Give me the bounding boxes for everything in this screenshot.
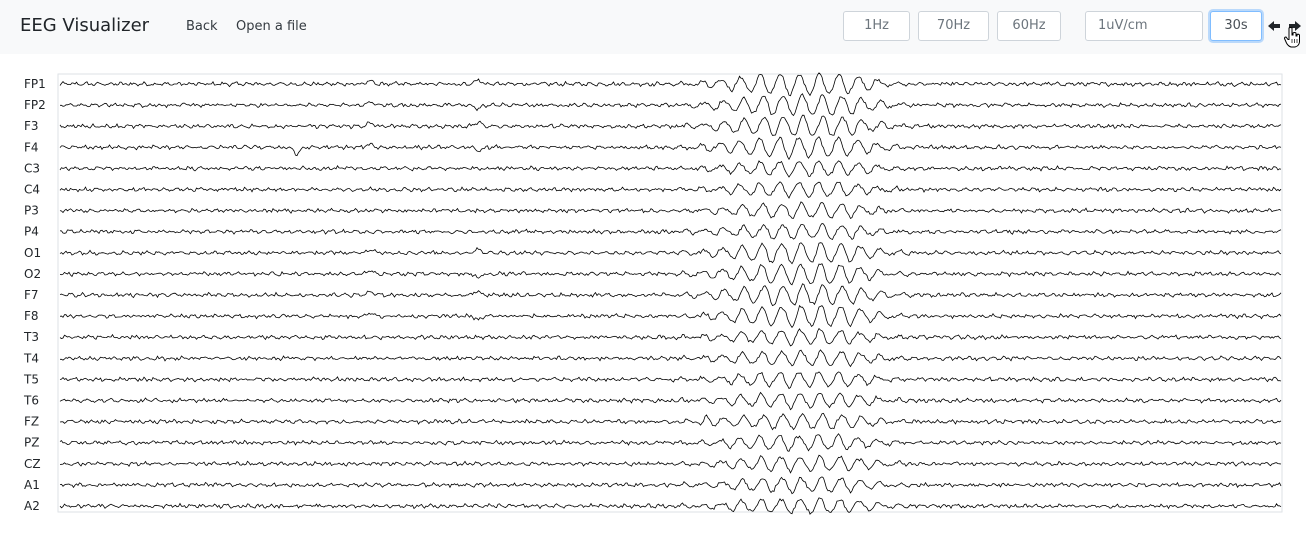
channel-label-c4: C4 [24, 183, 40, 197]
channel-label-cz: CZ [24, 457, 41, 471]
eeg-trace-t5 [59, 371, 1282, 390]
channel-label-pz: PZ [24, 436, 39, 450]
eeg-trace-cz [59, 454, 1282, 474]
channel-label-f3: F3 [24, 119, 39, 133]
channel-label-t4: T4 [23, 351, 39, 365]
eeg-trace-o2 [59, 263, 1282, 286]
channel-label-t3: T3 [23, 330, 39, 344]
channel-label-a1: A1 [24, 478, 40, 492]
channel-label-o1: O1 [24, 246, 41, 260]
channel-label-p4: P4 [24, 225, 39, 239]
eeg-trace-t3 [59, 327, 1282, 347]
eeg-trace-f8 [59, 304, 1282, 329]
eeg-trace-f7 [59, 283, 1282, 307]
channel-label-f7: F7 [24, 288, 39, 302]
hand-pointer-icon [1283, 27, 1300, 48]
open-file-link[interactable]: Open a file [236, 19, 307, 34]
channel-label-t6: T6 [23, 394, 39, 408]
channel-label-f8: F8 [24, 309, 39, 323]
timebase-input[interactable]: 30s [1210, 11, 1262, 41]
app-title[interactable]: EEG Visualizer [20, 15, 149, 36]
eeg-waveform-plot: FP1 FP2 F3 F4 C3 C4 P3 P4 O1 O2 F7 F8 T3 T4 T5 T6 FZ PZ CZ… [23, 72, 1283, 515]
channel-label-t5: T5 [23, 372, 39, 386]
eeg-trace-a1 [59, 476, 1282, 495]
channel-label-fp1: FP1 [24, 77, 46, 91]
eeg-trace-f3 [59, 114, 1282, 136]
channel-label-a2: A2 [24, 499, 40, 513]
eeg-trace-fz [59, 412, 1282, 431]
eeg-trace-p3 [59, 201, 1282, 219]
channel-label-p3: P3 [24, 204, 39, 218]
arrow-left-icon[interactable] [1267, 18, 1281, 34]
channel-label-o2: O2 [24, 267, 41, 281]
navbar: EEG Visualizer Back Open a file 1Hz 70Hz… [0, 0, 1306, 54]
eeg-trace-t4 [60, 349, 1282, 368]
sensitivity-input[interactable]: 1uV/cm [1085, 11, 1203, 41]
back-link[interactable]: Back [186, 19, 218, 34]
eeg-trace-c4 [59, 181, 1282, 199]
eeg-trace-fp2 [60, 93, 1282, 117]
eeg-trace-fp1 [59, 72, 1282, 97]
eeg-trace-c3 [59, 160, 1282, 178]
channel-label-fp2: FP2 [24, 98, 46, 112]
eeg-trace-pz [59, 433, 1282, 452]
low-pass-filter-button[interactable]: 70Hz [918, 11, 989, 41]
channel-label-f4: F4 [24, 140, 39, 154]
channel-label-c3: C3 [24, 161, 40, 175]
eeg-trace-o1 [59, 242, 1282, 265]
eeg-trace-f4 [59, 136, 1282, 161]
channel-label-fz: FZ [24, 415, 39, 429]
eeg-trace-p4 [59, 223, 1282, 241]
eeg-waveform-panel[interactable]: FP1 FP2 F3 F4 C3 C4 P3 P4 O1 O2 F7 F8 T3 T4 T5 T6 FZ PZ CZ… [0, 66, 1306, 522]
high-pass-filter-button[interactable]: 1Hz [843, 11, 910, 41]
notch-filter-button[interactable]: 60Hz [997, 11, 1061, 41]
eeg-trace-t6 [59, 391, 1282, 411]
